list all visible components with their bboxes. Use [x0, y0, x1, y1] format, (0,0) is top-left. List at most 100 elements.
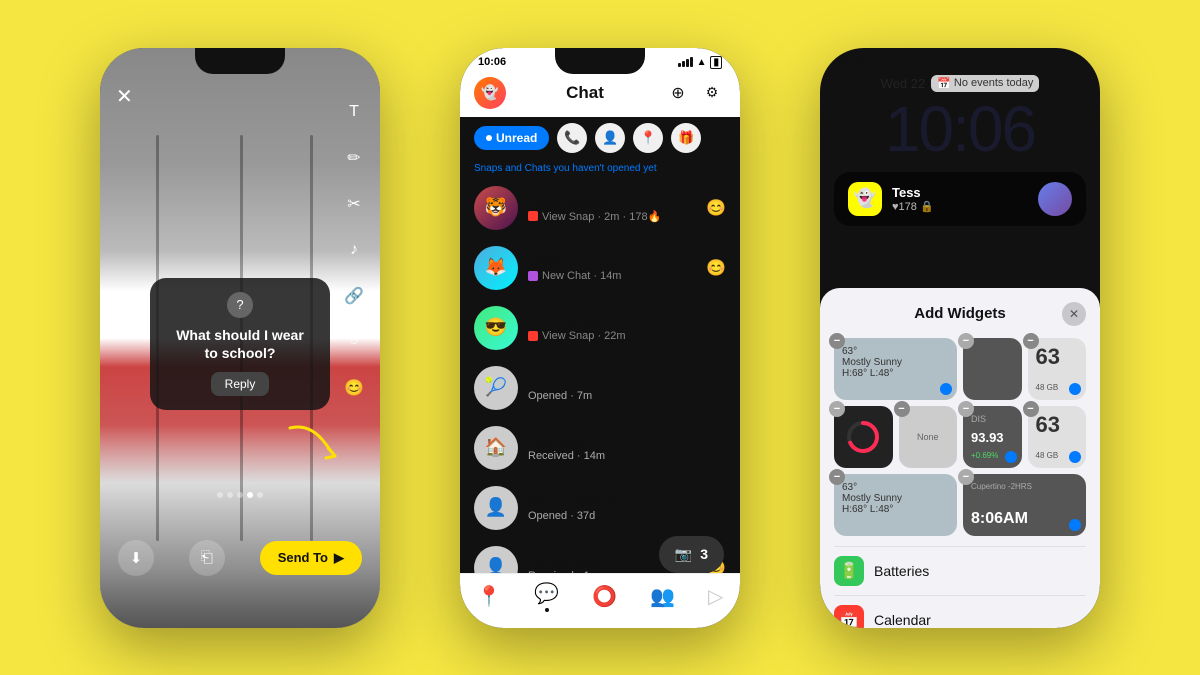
ios-snap-widget-row: 👻 Tess ♥178 🔒	[820, 172, 1100, 226]
chat-filter-gift[interactable]: 🎁	[671, 123, 701, 153]
chat-snap-badge-thiago	[528, 271, 538, 281]
snap-sticker-tool[interactable]: 😊	[340, 374, 368, 402]
ios-calendar-icon: 📅	[937, 77, 951, 90]
snap-timer-tool[interactable]: ⏱	[340, 328, 368, 356]
chat-camera-fab[interactable]: 📷 3	[659, 536, 724, 573]
chat-add-friend-button[interactable]: ⊕	[664, 79, 692, 107]
chat-item-info-roomies: Roomies Received · 14m	[528, 433, 726, 462]
chat-item-erik[interactable]: 😎 Erik Hansson View Snap · 22m	[460, 298, 740, 358]
aw-dark-widget-1[interactable]: −	[963, 338, 1022, 400]
aw-remove-2[interactable]: −	[958, 333, 974, 349]
chat-filter-bitmoji[interactable]: 👤	[595, 123, 625, 153]
chat-item-harry[interactable]: 👤 Harry Collins Opened · 37d	[460, 478, 740, 538]
snap-reply-button[interactable]: Reply	[211, 372, 270, 396]
snap-question-text: What should I wear to school?	[168, 326, 312, 362]
chat-camera-count: 3	[700, 546, 708, 562]
aw-stock-value: 93.93	[971, 431, 1014, 444]
aw-batteries-label: Batteries	[874, 563, 929, 579]
snap-question-card: ? What should I wear to school? Reply	[150, 278, 330, 410]
aw-remove-4[interactable]: −	[829, 401, 845, 417]
aw-calendar-icon: 📅	[834, 605, 864, 628]
aw-remove-5[interactable]: −	[894, 401, 910, 417]
snap-download-button[interactable]: ⬇	[118, 540, 154, 576]
aw-remove-1[interactable]: −	[829, 333, 845, 349]
chat-nav-stories[interactable]: ▷	[708, 584, 723, 609]
snap-story-dots	[217, 492, 263, 498]
ios-snap-widget[interactable]: 👻 Tess ♥178 🔒	[834, 172, 1086, 226]
aw-weather-widget-1[interactable]: − 63°Mostly SunnyH:68° L:48°	[834, 338, 957, 400]
chat-item-thiago[interactable]: 🦊 Thiago New Chat · 14m 😊	[460, 238, 740, 298]
aw-num-widget-2[interactable]: − 63 48 GB	[1028, 406, 1087, 468]
snap-dot-1	[217, 492, 223, 498]
snap-dot-4	[247, 492, 253, 498]
aw-list-item-batteries[interactable]: 🔋 Batteries	[834, 546, 1086, 595]
snap-share-button[interactable]: ⎗	[189, 540, 225, 576]
snap-draw-tool[interactable]: ✏	[340, 144, 368, 172]
chat-item-info-tess: Tess Jacobs View Snap · 2m · 178🔥	[528, 193, 696, 223]
chat-item-tess[interactable]: 🐯 Tess Jacobs View Snap · 2m · 178🔥 😊	[460, 178, 740, 238]
snap-link-tool[interactable]: 🔗	[340, 282, 368, 310]
aw-blue-dot-9	[1069, 519, 1081, 531]
aw-cupertino-widget[interactable]: − Cupertino -2HRS 8:06AM	[963, 474, 1086, 536]
aw-stock-widget[interactable]: − DIS 93.93 +0.69%	[963, 406, 1022, 468]
snap-arrow-doodle	[280, 418, 340, 473]
chat-item-info-thiago: Thiago New Chat · 14m	[528, 253, 696, 282]
chat-settings-button[interactable]: ⚙	[698, 79, 726, 107]
chat-battery-icon: ▮	[710, 56, 722, 69]
aw-none-label: None	[917, 432, 939, 442]
chat-sub-roomies: Received · 14m	[528, 450, 726, 462]
aw-remove-3[interactable]: −	[1023, 333, 1039, 349]
chat-time: 10:06	[478, 56, 506, 68]
chat-name-tess: Tess Jacobs	[528, 193, 696, 209]
chat-meta-thiago: 😊	[706, 258, 726, 278]
aw-ring-widget[interactable]: −	[834, 406, 893, 468]
chat-item-tennis[interactable]: 🎾 Tennis Opened · 7m	[460, 358, 740, 418]
ios-snap-contact-name: Tess	[892, 185, 1028, 200]
chat-nav-friends[interactable]: 👥	[650, 584, 675, 609]
aw-remove-6[interactable]: −	[958, 401, 974, 417]
snap-dot-5	[257, 492, 263, 498]
chat-sub-thiago: New Chat · 14m	[528, 270, 696, 282]
aw-close-button[interactable]: ✕	[1062, 302, 1086, 326]
aw-none-widget[interactable]: − None	[899, 406, 958, 468]
ios-signal-icon	[1038, 57, 1053, 67]
snap-dot-3	[237, 492, 243, 498]
ios-snap-streak: ♥178 🔒	[892, 200, 1028, 213]
chat-item-roomies[interactable]: 🏠 Roomies Received · 14m	[460, 418, 740, 478]
chat-filter-bar: Unread 📞 👤 📍 🎁	[460, 117, 740, 159]
ios-snap-contact-avatar	[1038, 182, 1072, 216]
chat-avatar-tennis: 🎾	[474, 366, 518, 410]
aw-list-item-calendar[interactable]: 📅 Calendar	[834, 595, 1086, 628]
chat-user-avatar: 👻	[474, 77, 506, 109]
phone-1-notch	[195, 48, 285, 74]
snap-music-tool[interactable]: ♪	[340, 236, 368, 264]
snap-close-button[interactable]: ✕	[116, 84, 133, 109]
chat-header-actions: ⊕ ⚙	[664, 79, 726, 107]
ios-status-icons: ▲ ▮	[1038, 56, 1082, 69]
aw-num-widget-1[interactable]: − 63 48 GB	[1028, 338, 1087, 400]
chat-nav-chat[interactable]: 💬	[534, 581, 559, 612]
aw-remove-7[interactable]: −	[1023, 401, 1039, 417]
ios-time-large: 10:06	[820, 94, 1100, 172]
chat-nav-camera[interactable]: ⭕	[592, 584, 617, 609]
chat-filter-location[interactable]: 📍	[633, 123, 663, 153]
aw-remove-9[interactable]: −	[958, 469, 974, 485]
chat-sub-erik: View Snap · 22m	[528, 330, 726, 342]
snap-scissors-tool[interactable]: ✂	[340, 190, 368, 218]
chat-name-roomies: Roomies	[528, 433, 726, 449]
chat-unread-filter[interactable]: Unread	[474, 126, 549, 150]
chat-header: 👻 Chat ⊕ ⚙	[460, 73, 740, 117]
chat-title: Chat	[506, 83, 664, 103]
chat-avatar-thiago: 🦊	[474, 246, 518, 290]
chat-unread-dot	[486, 135, 492, 141]
chat-avatar-erik: 😎	[474, 306, 518, 350]
snap-send-button[interactable]: Send To ▶	[260, 541, 362, 575]
chat-camera-icon: 📷	[675, 546, 692, 563]
aw-remove-8[interactable]: −	[829, 469, 845, 485]
chat-item-info-harry: Harry Collins Opened · 37d	[528, 493, 726, 522]
chat-filter-phone[interactable]: 📞	[557, 123, 587, 153]
aw-weather-widget-2[interactable]: − 63°Mostly SunnyH:68° L:48°	[834, 474, 957, 536]
chat-wifi-icon: ▲	[697, 57, 707, 68]
snap-text-tool[interactable]: T	[340, 98, 368, 126]
chat-nav-map[interactable]: 📍	[476, 584, 501, 609]
